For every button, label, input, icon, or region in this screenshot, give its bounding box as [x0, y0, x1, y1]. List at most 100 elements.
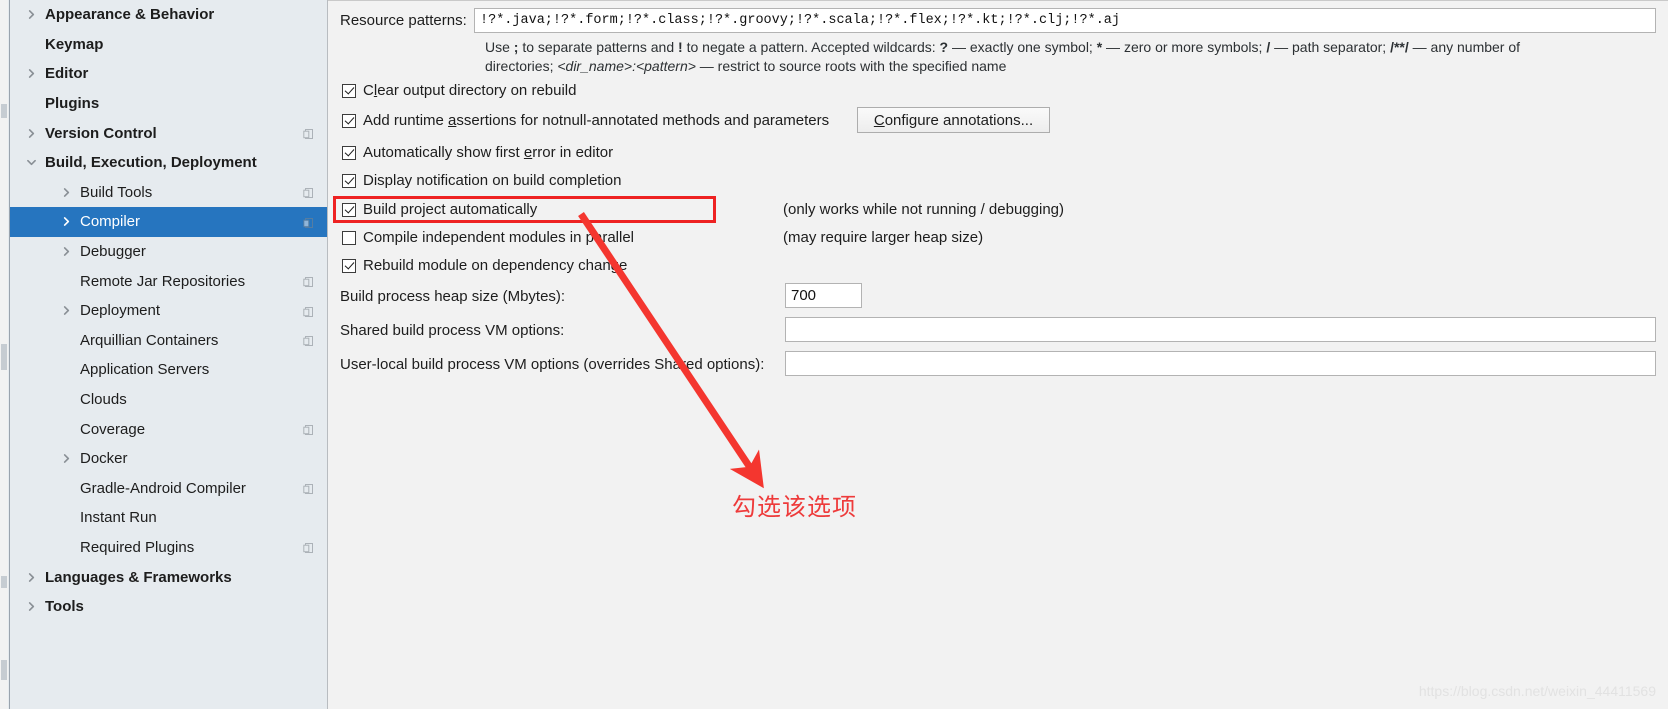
hint-text: to negate a pattern. Accepted wildcards: — [682, 39, 940, 55]
project-scope-icon — [303, 482, 315, 495]
sidebar-item-appearance-behavior[interactable]: Appearance & Behavior — [10, 0, 327, 30]
hint-text: Use — [485, 39, 514, 55]
heap-size-input[interactable]: 700 — [785, 283, 862, 308]
checkbox-indicator[interactable] — [342, 145, 356, 160]
sidebar-item-label: Docker — [80, 450, 128, 468]
shared-vm-options-label: Shared build process VM options: — [340, 322, 565, 339]
checkbox-indicator[interactable] — [342, 173, 356, 188]
user-local-vm-options-input[interactable] — [785, 351, 1656, 376]
sidebar-item-label: Appearance & Behavior — [45, 6, 215, 24]
checkbox-indicator[interactable] — [342, 258, 356, 273]
sidebar-item-required-plugins[interactable]: Required Plugins — [10, 533, 327, 563]
sidebar-item-compiler[interactable]: Compiler — [10, 207, 327, 237]
shared-vm-options-input[interactable] — [785, 317, 1656, 342]
sidebar-item-tools[interactable]: Tools — [10, 592, 327, 622]
project-scope-icon — [303, 423, 315, 436]
chevron-right-icon[interactable] — [24, 572, 38, 582]
scrollbar-thumb[interactable] — [1, 576, 7, 588]
checkbox-clear-output-directory[interactable]: Clear output directory on rebuild — [342, 82, 576, 99]
sidebar-item-label: Coverage — [80, 420, 146, 438]
checkbox-build-project-automatically[interactable]: Build project automatically — [342, 201, 537, 218]
checkbox-label: Build project automatically — [363, 201, 538, 218]
checkbox-rebuild-module-on-dependency-change[interactable]: Rebuild module on dependency change — [342, 257, 627, 274]
panel-top-divider — [328, 0, 1668, 5]
hint-text: — exactly one symbol; — [948, 39, 1097, 55]
sidebar-item-label: Plugins — [45, 95, 100, 113]
sidebar-item-deployment[interactable]: Deployment — [10, 296, 327, 326]
sidebar-item-label: Clouds — [80, 391, 127, 409]
sidebar-scrollbar[interactable] — [0, 0, 8, 709]
sidebar-item-build-tools[interactable]: Build Tools — [10, 178, 327, 208]
sidebar-item-remote-jar-repositories[interactable]: Remote Jar Repositories — [10, 266, 327, 296]
chevron-right-icon[interactable] — [59, 306, 73, 316]
settings-tree: Appearance & Behavior Keymap Editor Plugins… — [9, 0, 327, 709]
settings-sidebar: Appearance & Behavior Keymap Editor Plugins… — [0, 0, 328, 709]
sidebar-item-instant-run[interactable]: Instant Run — [10, 503, 327, 533]
chevron-right-icon[interactable] — [24, 69, 38, 79]
watermark-text: https://blog.csdn.net/weixin_44411569 — [1418, 683, 1656, 699]
sidebar-item-editor[interactable]: Editor — [10, 59, 327, 89]
sidebar-item-keymap[interactable]: Keymap — [10, 30, 327, 60]
sidebar-item-coverage[interactable]: Coverage — [10, 414, 327, 444]
sidebar-item-build-execution-deployment[interactable]: Build, Execution, Deployment — [10, 148, 327, 178]
sidebar-item-gradle-android-compiler[interactable]: Gradle-Android Compiler — [10, 474, 327, 504]
scrollbar-thumb[interactable] — [1, 660, 7, 680]
resource-patterns-input[interactable]: !?*.java;!?*.form;!?*.class;!?*.groovy;!… — [474, 8, 1656, 33]
note-compile-parallel: (may require larger heap size) — [783, 229, 984, 246]
note-build-project-automatically: (only works while not running / debuggin… — [783, 201, 1064, 218]
heap-size-label: Build process heap size (Mbytes): — [340, 288, 566, 305]
sidebar-item-version-control[interactable]: Version Control — [10, 118, 327, 148]
sidebar-item-label: Tools — [45, 598, 84, 616]
sidebar-item-label: Version Control — [45, 124, 157, 142]
sidebar-item-arquillian-containers[interactable]: Arquillian Containers — [10, 326, 327, 356]
chevron-right-icon[interactable] — [59, 247, 73, 256]
checkbox-indicator[interactable] — [342, 113, 356, 128]
chevron-right-icon[interactable] — [59, 187, 73, 197]
annotation-note-text: 勾选该选项 — [732, 493, 857, 521]
checkbox-label: Rebuild module on dependency change — [363, 257, 628, 274]
chevron-right-icon[interactable] — [59, 217, 73, 227]
hint-text: — any number of — [1408, 39, 1521, 55]
resource-patterns-hint-line2: directories; <dir_name>:<pattern> — rest… — [485, 57, 1006, 76]
checkbox-label: Compile independent modules in parallel — [363, 229, 635, 246]
sidebar-item-label: Instant Run — [80, 509, 157, 527]
hint-text: directories; — [485, 58, 558, 74]
configure-annotations-button[interactable]: Configure annotations... — [857, 107, 1050, 133]
scrollbar-thumb[interactable] — [1, 104, 7, 118]
checkbox-label: Display notification on build completion — [363, 172, 622, 189]
sidebar-item-clouds[interactable]: Clouds — [10, 385, 327, 415]
checkbox-indicator[interactable] — [342, 83, 356, 98]
sidebar-item-label: Required Plugins — [80, 538, 195, 556]
settings-dialog: Appearance & Behavior Keymap Editor Plugins… — [0, 0, 1668, 709]
sidebar-item-label: Build, Execution, Deployment — [45, 154, 257, 172]
scrollbar-thumb[interactable] — [1, 344, 7, 370]
chevron-right-icon[interactable] — [24, 128, 38, 138]
checkbox-display-notification[interactable]: Display notification on build completion — [342, 172, 621, 189]
checkbox-indicator[interactable] — [342, 230, 356, 245]
chevron-right-icon[interactable] — [24, 10, 38, 20]
sidebar-item-label: Languages & Frameworks — [45, 568, 232, 586]
hint-globstar: /**/ — [1390, 39, 1409, 55]
project-scope-icon — [303, 186, 315, 199]
project-scope-icon — [303, 275, 315, 288]
chevron-right-icon[interactable] — [24, 602, 38, 612]
sidebar-item-languages-frameworks[interactable]: Languages & Frameworks — [10, 562, 327, 592]
checkbox-add-runtime-assertions[interactable]: Add runtime assertions for notnull-annot… — [342, 112, 829, 129]
sidebar-item-debugger[interactable]: Debugger — [10, 237, 327, 267]
hint-text: to separate patterns and — [518, 39, 679, 55]
sidebar-item-application-servers[interactable]: Application Servers — [10, 355, 327, 385]
button-label: Configure annotations... — [873, 111, 1034, 129]
sidebar-item-docker[interactable]: Docker — [10, 444, 327, 474]
checkbox-indicator[interactable] — [342, 202, 356, 217]
sidebar-item-plugins[interactable]: Plugins — [10, 89, 327, 119]
project-scope-icon — [303, 305, 315, 317]
chevron-down-icon[interactable] — [24, 158, 38, 167]
chevron-right-icon[interactable] — [59, 454, 73, 464]
user-local-vm-options-label: User-local build process VM options (ove… — [340, 356, 765, 373]
sidebar-item-label: Remote Jar Repositories — [80, 272, 246, 290]
checkbox-auto-show-first-error[interactable]: Automatically show first error in editor — [342, 144, 613, 161]
sidebar-item-label: Editor — [45, 65, 89, 83]
checkbox-compile-independent-modules-parallel[interactable]: Compile independent modules in parallel — [342, 229, 634, 246]
checkbox-label: Automatically show first error in editor — [363, 144, 614, 161]
checkbox-label: Clear output directory on rebuild — [363, 82, 577, 99]
